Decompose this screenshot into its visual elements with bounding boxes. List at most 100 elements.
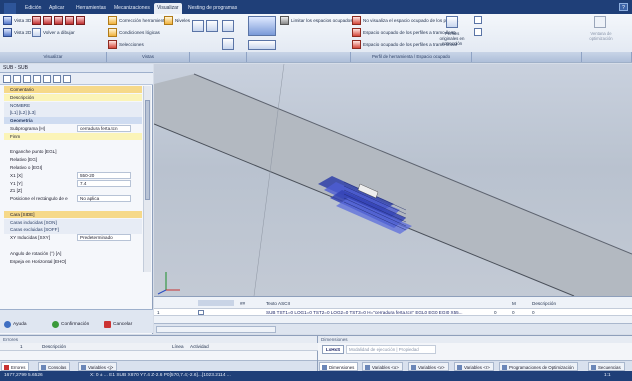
view-icons-row xyxy=(32,16,86,25)
property-value[interactable]: No aplica xyxy=(77,195,131,203)
help-icon[interactable]: ? xyxy=(619,3,628,11)
property-row[interactable] xyxy=(4,203,142,210)
grid-icon[interactable] xyxy=(192,20,204,32)
tab-nesting[interactable]: Nesting de programas xyxy=(185,3,240,14)
property-value[interactable]: 550-20 xyxy=(77,171,131,179)
3d-viewport[interactable] xyxy=(153,63,632,297)
volver-dibujar-button[interactable]: Volver a dibujar xyxy=(32,28,75,37)
shaded-view-icon[interactable] xyxy=(248,16,276,36)
move-up-icon[interactable] xyxy=(43,75,51,83)
property-row[interactable]: [L1] [L2] [L3] xyxy=(4,109,142,117)
help-button[interactable]: Ayuda xyxy=(4,320,27,330)
row-checkbox[interactable] xyxy=(198,310,204,315)
tab-variables-j[interactable]: Variables <j> xyxy=(78,362,118,371)
property-row[interactable]: Finm xyxy=(4,132,142,141)
property-row[interactable]: Relativo o [EGI] xyxy=(4,164,142,171)
view-left-icon[interactable] xyxy=(76,16,85,25)
tab-visualizar[interactable]: Visualizar xyxy=(154,3,182,14)
tree-view-icon[interactable] xyxy=(3,75,11,83)
selecciones-button[interactable]: Selecciones xyxy=(108,40,144,49)
property-row[interactable]: Caras excluidas [SOFF] xyxy=(4,226,142,234)
confirm-button[interactable]: Confirmación xyxy=(52,320,89,330)
correccion-herramienta-button[interactable]: Corrección herramienta xyxy=(108,16,167,25)
property-row[interactable]: Y1 [Y] 7.4 xyxy=(4,179,142,187)
format-tools-icon[interactable] xyxy=(474,40,522,48)
property-row[interactable]: Espeja en Horizontal [EHO] xyxy=(4,258,142,265)
layers-icon[interactable] xyxy=(206,20,218,32)
view-right-icon[interactable] xyxy=(54,16,63,25)
property-label: Finm xyxy=(10,133,21,139)
paste-icon[interactable] xyxy=(33,75,41,83)
console-icon xyxy=(41,365,46,370)
table-row[interactable]: 1 SUB TST1=0 LOG1=0 TST2=0 LOG2=0 TST3=0… xyxy=(154,308,632,316)
property-row[interactable]: Enganche punto [EGL] xyxy=(4,148,142,155)
vista-2d-button[interactable]: Vista 2D xyxy=(3,28,31,37)
property-label: Relativo [EG] xyxy=(10,157,38,163)
tab-edicion[interactable]: Edición xyxy=(22,3,44,14)
property-row[interactable]: Posicione el rectángulo de e No aplica xyxy=(4,195,142,203)
property-value[interactable]: Predeterminado xyxy=(77,234,131,242)
property-row[interactable]: NOMBRE xyxy=(4,101,142,109)
tab-dimensiones[interactable]: Dimensiones xyxy=(319,362,359,371)
panel-scrollbar[interactable] xyxy=(143,86,151,272)
view-back-icon[interactable] xyxy=(65,16,74,25)
property-row[interactable]: Descripción xyxy=(4,93,142,102)
perfiles-originales-button[interactable]: Perfiles originales en corrección xyxy=(437,16,467,52)
tab-variables-v[interactable]: Variables <v> xyxy=(408,362,449,371)
view-tab-strip[interactable] xyxy=(156,326,276,333)
table-toolbar-icons[interactable] xyxy=(198,300,234,306)
property-row[interactable]: Cara [SIDE] xyxy=(4,210,142,219)
font-tool-icon[interactable] xyxy=(474,28,482,36)
group-format xyxy=(472,52,582,62)
plane-2d-icon xyxy=(3,28,12,37)
tab-mecanizaciones[interactable]: Mecanizaciones xyxy=(111,3,153,14)
vista-3d-button[interactable]: Vista 3D xyxy=(3,16,31,25)
tab-programaciones-optimizacion[interactable]: Programaciones de Optimización xyxy=(499,362,578,371)
copy-icon[interactable] xyxy=(23,75,31,83)
condiciones-logicas-button[interactable]: Condiciones lógicas xyxy=(108,28,160,37)
property-row[interactable]: Comentario xyxy=(4,86,142,94)
cancel-button[interactable]: Cancelar xyxy=(104,320,132,330)
niveles-button[interactable]: Niveles xyxy=(164,16,190,25)
view-options-icon[interactable] xyxy=(248,40,276,50)
dimensions-panel: Dimensiones LxHxS Modalidad de ejecución… xyxy=(318,335,632,371)
property-row[interactable]: Subprograma [H] cerradura ferta.tcn xyxy=(4,125,142,132)
tab-secuencias[interactable]: Secuencias xyxy=(588,362,625,371)
property-label: Geometría xyxy=(10,118,33,124)
display-mode-2-icon[interactable] xyxy=(222,38,234,50)
filter-icon[interactable] xyxy=(63,75,71,83)
text-tool-icon[interactable] xyxy=(474,16,482,24)
tab-errores[interactable]: Errores xyxy=(1,362,30,371)
scrollbar-thumb[interactable] xyxy=(145,100,150,200)
property-row[interactable]: Geometría xyxy=(4,117,142,125)
display-mode-icon[interactable] xyxy=(222,20,234,32)
list-view-icon[interactable] xyxy=(13,75,21,83)
property-row[interactable]: Angulo de rotación (°) [A] xyxy=(4,250,142,257)
ventana-optimizacion-button[interactable]: Ventana de optimización xyxy=(584,16,618,52)
tab-aplicar[interactable]: Aplicar xyxy=(46,3,67,14)
property-row[interactable]: Caras inducidas [SON] xyxy=(4,218,142,226)
property-row[interactable]: Relativo [EG] xyxy=(4,156,142,163)
view-front-icon[interactable] xyxy=(43,16,52,25)
view-tabs xyxy=(154,323,632,334)
lxhxs-button[interactable]: LxHxS xyxy=(322,345,344,354)
property-value[interactable]: cerradura ferta.tcn xyxy=(77,125,131,132)
property-value[interactable]: 7.4 xyxy=(77,179,131,187)
move-down-icon[interactable] xyxy=(53,75,61,83)
tab-herramientas[interactable]: Herramientas xyxy=(73,3,109,14)
zoom-level[interactable]: 1:1 xyxy=(604,371,611,381)
limitar-espacios-button[interactable]: Limitar los espacios ocupados 3D xyxy=(280,16,360,25)
property-row[interactable] xyxy=(4,141,142,148)
property-row[interactable]: XY Inducidas [SXY] Predeterminado xyxy=(4,234,142,242)
tab-variables-r[interactable]: Variables <r> xyxy=(454,362,494,371)
program-table: ## Texto ASCII M Descripción 1 SUB TST1=… xyxy=(154,296,632,334)
property-row[interactable]: X1 [X] 550-20 xyxy=(4,171,142,179)
property-row[interactable]: Z1 [Z] xyxy=(4,187,142,194)
optimization-icon xyxy=(502,365,507,370)
tab-variables-o[interactable]: Variables <o> xyxy=(362,362,403,371)
view-top-icon[interactable] xyxy=(32,16,41,25)
property-row[interactable] xyxy=(4,242,142,249)
execution-mode-field[interactable]: Modalidad de ejecución | Propiedad xyxy=(346,345,436,354)
tab-consolas[interactable]: Consolas xyxy=(38,362,71,371)
app-menu-icon[interactable] xyxy=(4,3,16,14)
